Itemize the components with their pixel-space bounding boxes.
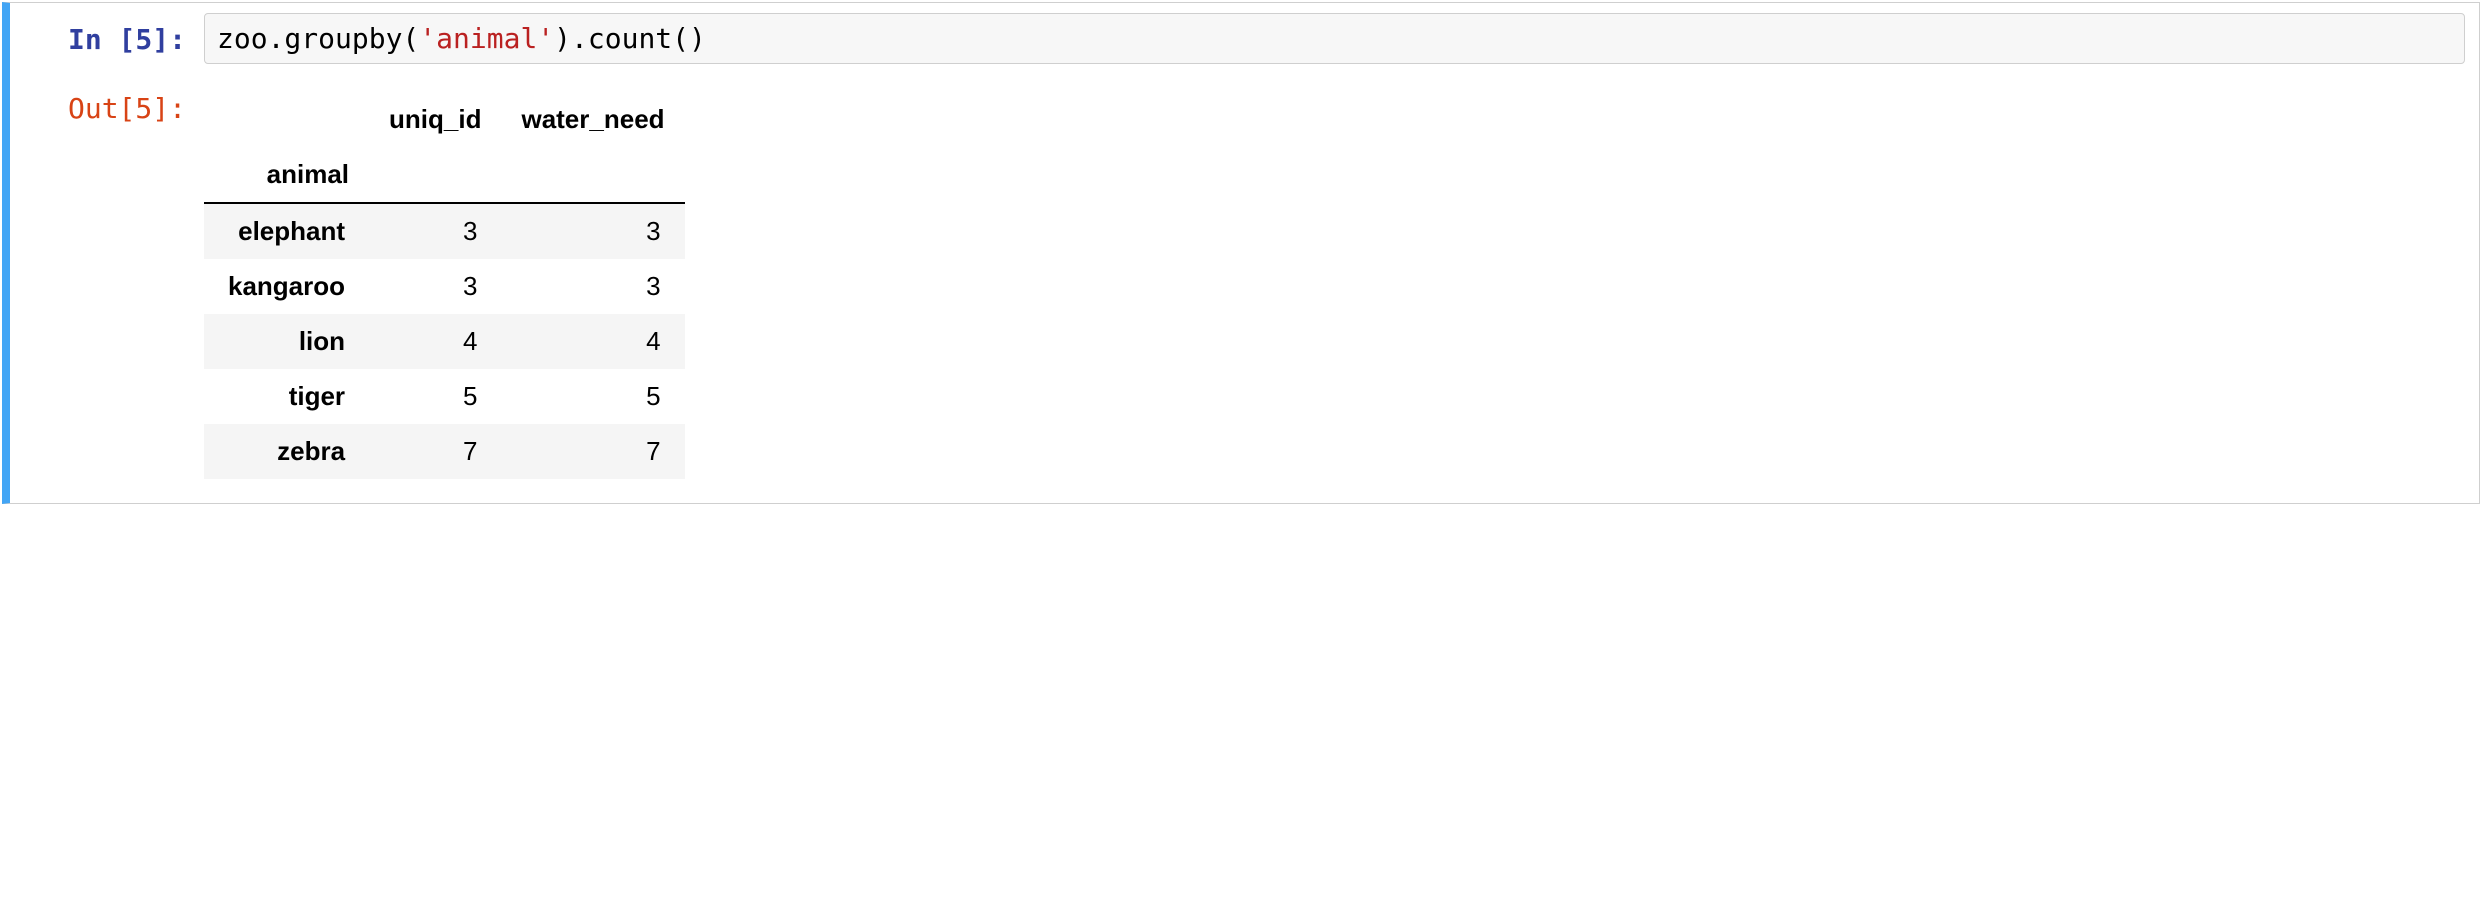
input-prompt: In [5]:	[24, 13, 204, 56]
row-index: lion	[204, 314, 369, 369]
table-row: tiger 5 5	[204, 369, 685, 424]
exec-count-out: 5	[135, 92, 152, 125]
dataframe-table: uniq_id water_need animal elephant 3 3	[204, 92, 685, 479]
cell: 5	[369, 369, 501, 424]
cell: 3	[501, 203, 684, 259]
out-label: Out[	[68, 92, 135, 125]
col-header: uniq_id	[369, 92, 501, 147]
notebook-cell[interactable]: In [5]: zoo.groupby('animal').count() Ou…	[2, 2, 2480, 504]
code-string: 'animal'	[419, 22, 554, 55]
column-header-row: uniq_id water_need	[204, 92, 685, 147]
cell: 4	[501, 314, 684, 369]
col-header: water_need	[501, 92, 684, 147]
row-index: elephant	[204, 203, 369, 259]
cell: 5	[501, 369, 684, 424]
cell: 3	[369, 259, 501, 314]
index-name-row: animal	[204, 147, 685, 203]
exec-count: 5	[135, 23, 152, 56]
index-name: animal	[204, 147, 369, 203]
code-pre: zoo.groupby(	[217, 22, 419, 55]
prompt-close: ]:	[152, 23, 186, 56]
table-row: lion 4 4	[204, 314, 685, 369]
input-row: In [5]: zoo.groupby('animal').count()	[24, 13, 2465, 64]
cell: 4	[369, 314, 501, 369]
output-prompt: Out[5]:	[24, 82, 204, 125]
output-area: uniq_id water_need animal elephant 3 3	[204, 82, 2465, 479]
output-row: Out[5]: uniq_id water_need animal	[24, 82, 2465, 479]
row-index: zebra	[204, 424, 369, 479]
row-index: kangaroo	[204, 259, 369, 314]
code-post: ).count()	[554, 22, 706, 55]
cell: 7	[369, 424, 501, 479]
code-input[interactable]: zoo.groupby('animal').count()	[204, 13, 2465, 64]
in-label: In [	[68, 23, 135, 56]
table-row: kangaroo 3 3	[204, 259, 685, 314]
table-row: zebra 7 7	[204, 424, 685, 479]
row-index: tiger	[204, 369, 369, 424]
index-corner	[204, 92, 369, 147]
cell: 7	[501, 424, 684, 479]
cell: 3	[369, 203, 501, 259]
table-row: elephant 3 3	[204, 203, 685, 259]
prompt-close-out: ]:	[152, 92, 186, 125]
cell: 3	[501, 259, 684, 314]
